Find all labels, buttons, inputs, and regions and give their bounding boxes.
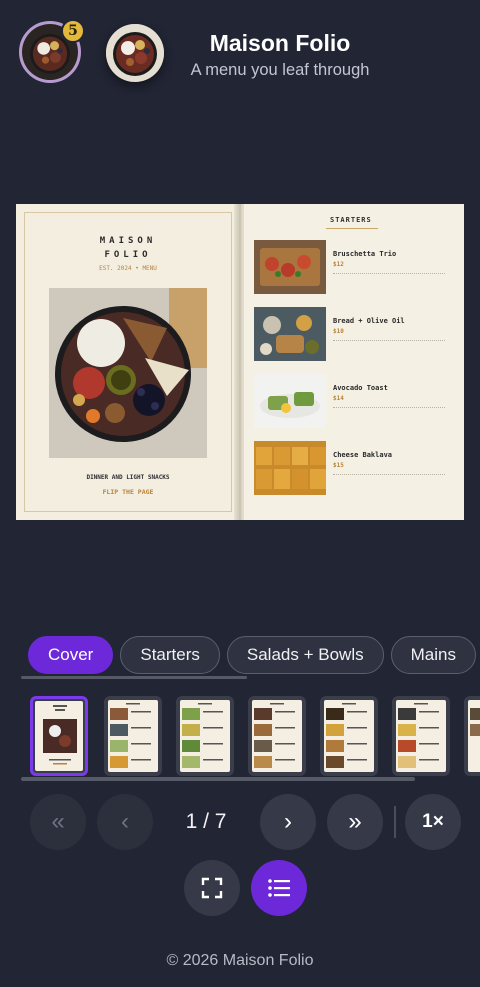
menu-item[interactable]: Bread + Olive Oil $10	[254, 307, 458, 363]
thumbnail-page-2[interactable]	[104, 696, 162, 776]
cover-title-line2: FOLIO	[104, 250, 152, 260]
dish-price: $15	[333, 462, 344, 469]
tab-cover[interactable]: Cover	[28, 636, 114, 674]
cover-thumbnail-icon	[43, 705, 77, 765]
tab-salads-bowls[interactable]: Salads + Bowls	[226, 636, 384, 674]
thumbnail-page-5[interactable]	[320, 696, 378, 776]
notification-badge: 5	[61, 19, 85, 43]
cover-photo	[49, 288, 207, 458]
dish-photo	[254, 240, 326, 294]
cover-title: MAISON FOLIO	[16, 234, 240, 262]
page-thumbnail-icon	[326, 703, 367, 768]
charcuterie-photo-icon	[49, 288, 207, 458]
dish-photo	[254, 307, 326, 361]
thumbnail-page-4[interactable]	[248, 696, 306, 776]
dish-name: Cheese Baklava	[333, 451, 393, 459]
page-thumbnail-icon	[398, 703, 439, 768]
app-header: 5 Maison Folio A menu you leaf through	[0, 0, 480, 100]
thumbnail-preview	[252, 700, 302, 772]
first-page-button[interactable]: «	[30, 794, 86, 850]
heading-underline	[326, 228, 378, 229]
secondary-avatar[interactable]	[106, 24, 164, 82]
salads-thumbnail-icon	[182, 703, 223, 768]
controls-divider	[394, 806, 396, 838]
page-thumbnail-icon	[470, 708, 480, 736]
thumbnail-page-1[interactable]	[30, 696, 88, 776]
starters-heading: STARTERS	[330, 216, 372, 224]
dish-name: Bread + Olive Oil	[333, 317, 405, 325]
thumbnails-scrollbar[interactable]	[21, 777, 415, 781]
section-tabs: Cover Starters Salads + Bowls Mains	[28, 636, 480, 676]
dish-photo	[254, 374, 326, 428]
dish-price: $14	[333, 395, 344, 402]
thumbnail-preview	[180, 700, 230, 772]
cover-tagline: DINNER AND LIGHT SNACKS	[86, 474, 170, 481]
next-page-button[interactable]: ›	[260, 794, 316, 850]
cover-title-line1: MAISON	[99, 236, 157, 246]
dotted-leader	[333, 273, 445, 274]
menu-item[interactable]: Bruschetta Trio $12	[254, 240, 458, 296]
thumbnail-preview	[108, 700, 158, 772]
list-icon	[268, 879, 290, 897]
dish-name: Avocado Toast	[333, 384, 388, 392]
fullscreen-icon	[201, 877, 223, 899]
last-page-button[interactable]: »	[327, 794, 383, 850]
thumbnail-preview	[324, 700, 374, 772]
dish-name: Bruschetta Trio	[333, 250, 397, 258]
starters-page[interactable]: STARTERS Bruschetta Trio $12 Bread + Oli…	[244, 204, 464, 520]
dotted-leader	[333, 474, 445, 475]
thumbnail-page-7[interactable]	[464, 696, 480, 776]
menu-book[interactable]: MAISON FOLIO EST. 2024 • MENU DINNER AND…	[16, 204, 464, 520]
cover-page[interactable]: MAISON FOLIO EST. 2024 • MENU DINNER AND…	[16, 204, 240, 520]
footer-copyright: © 2026 Maison Folio	[166, 952, 314, 969]
charcuterie-board-icon	[106, 24, 164, 82]
dish-price: $10	[333, 328, 344, 335]
dish-photo	[254, 441, 326, 495]
toc-list-button[interactable]	[251, 860, 307, 916]
speed-button[interactable]: 1×	[405, 794, 461, 850]
bruschetta-icon	[254, 240, 326, 294]
thumbnail-preview	[468, 700, 480, 772]
baklava-icon	[254, 441, 326, 495]
page-indicator: 1 / 7	[185, 810, 227, 833]
menu-item[interactable]: Cheese Baklava $15	[254, 441, 458, 497]
tab-starters[interactable]: Starters	[120, 636, 220, 674]
dish-price: $12	[333, 261, 344, 268]
dotted-leader	[333, 340, 445, 341]
brand-title: Maison Folio	[209, 30, 351, 56]
page-thumbnails	[30, 696, 480, 776]
dotted-leader	[333, 407, 445, 408]
thumbnail-page-3[interactable]	[176, 696, 234, 776]
prev-page-button[interactable]: ‹	[97, 794, 153, 850]
bread-olive-oil-icon	[254, 307, 326, 361]
tabs-scrollbar[interactable]	[21, 676, 247, 679]
menu-item[interactable]: Avocado Toast $14	[254, 374, 458, 430]
tab-mains[interactable]: Mains	[390, 636, 476, 674]
brand-subtitle: A menu you leaf through	[190, 61, 370, 79]
thumbnail-preview	[396, 700, 446, 772]
thumbnail-page-6[interactable]	[392, 696, 450, 776]
mains-thumbnail-icon	[254, 703, 295, 768]
starters-thumbnail-icon	[110, 703, 151, 768]
thumbnail-preview	[35, 701, 83, 771]
avocado-toast-icon	[254, 374, 326, 428]
cover-established: EST. 2024 • MENU	[99, 265, 157, 272]
fullscreen-button[interactable]	[184, 860, 240, 916]
cover-cta: FLIP THE PAGE	[102, 488, 154, 496]
